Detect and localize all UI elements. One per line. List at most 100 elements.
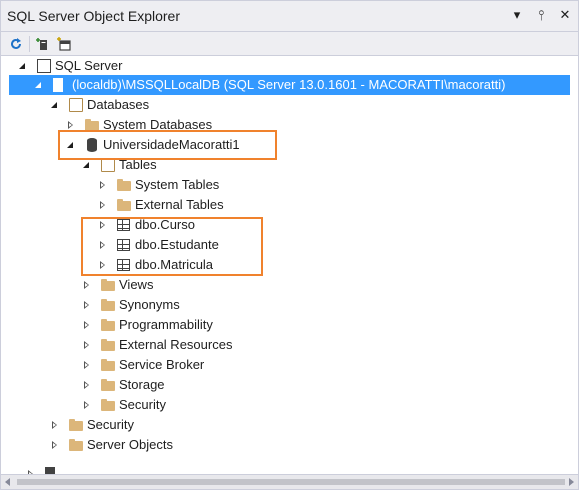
tree-node-server-security[interactable]: Security — [1, 415, 578, 435]
tree-node-storage[interactable]: Storage — [1, 375, 578, 395]
expand-arrow-icon[interactable] — [97, 175, 109, 195]
expand-arrow-icon[interactable] — [81, 395, 93, 415]
window-title: SQL Server Object Explorer — [7, 8, 180, 24]
refresh-icon — [11, 38, 21, 49]
tree-node-label: Security — [119, 397, 166, 412]
expand-arrow-icon[interactable] — [49, 415, 61, 435]
toolbar-separator — [29, 36, 30, 52]
add-server-icon — [36, 38, 47, 50]
tree-node-label: Tables — [119, 157, 157, 172]
folder-icon — [101, 279, 115, 291]
horizontal-scrollbar[interactable] — [1, 474, 578, 489]
expand-arrow-icon[interactable] — [49, 435, 61, 455]
expand-arrow-icon[interactable] — [97, 235, 109, 255]
title-bar: SQL Server Object Explorer ▾ ⫯ ✕ — [1, 1, 578, 32]
tree-node-table-curso[interactable]: dbo.Curso — [1, 215, 578, 235]
folder-icon — [101, 299, 115, 311]
folder-icon — [69, 419, 83, 431]
tree-node-label: Programmability — [119, 317, 213, 332]
tree-node-views[interactable]: Views — [1, 275, 578, 295]
table-icon — [117, 219, 130, 231]
folder-icon — [101, 339, 115, 351]
table-icon — [117, 259, 130, 271]
tree-node-system-databases[interactable]: System Databases — [1, 115, 578, 135]
new-query-icon — [57, 37, 71, 51]
expand-arrow-icon[interactable] — [25, 464, 37, 474]
expand-arrow-icon[interactable] — [81, 375, 93, 395]
tree-node-label: System Databases — [103, 117, 213, 132]
tree-node-database-security[interactable]: Security — [1, 395, 578, 415]
folder-icon — [101, 399, 115, 411]
tree-node-tables[interactable]: Tables — [1, 155, 578, 175]
tree-node-label: Databases — [87, 97, 150, 112]
folder-icon — [69, 439, 83, 451]
tree-node-label: Security — [87, 417, 134, 432]
tree-node-label: Views — [119, 277, 154, 292]
expand-arrow-icon[interactable] — [81, 315, 93, 335]
tree-node-label: (localdb)\MSSQLLocalDB (SQL Server 13.0.… — [72, 77, 506, 92]
tree-node-localdb-server[interactable]: (localdb)\MSSQLLocalDB (SQL Server 13.0.… — [9, 75, 570, 95]
collapse-arrow-icon[interactable] — [49, 95, 61, 115]
new-query-button[interactable] — [55, 35, 73, 53]
tree-node-label: System Tables — [135, 177, 220, 192]
folder-icon — [101, 359, 115, 371]
expand-arrow-icon[interactable] — [97, 215, 109, 235]
expand-arrow-icon[interactable] — [81, 275, 93, 295]
close-icon[interactable]: ✕ — [558, 7, 572, 24]
scroll-right-icon[interactable] — [569, 478, 574, 486]
tree-node-external-tables[interactable]: External Tables — [1, 195, 578, 215]
pin-icon[interactable]: ⫯ — [534, 7, 548, 24]
tree-node-sql-server[interactable]: SQL Server — [1, 56, 578, 76]
object-explorer-tree: SQL Server (localdb)\MSSQLLocalDB (SQL S… — [1, 56, 578, 474]
object-explorer-window: SQL Server Object Explorer ▾ ⫯ ✕ SQL Ser… — [0, 0, 579, 490]
tree-node-databases[interactable]: Databases — [1, 95, 578, 115]
tree-node-service-broker[interactable]: Service Broker — [1, 355, 578, 375]
expand-arrow-icon[interactable] — [97, 255, 109, 275]
tree-node-label: dbo.Curso — [135, 217, 195, 232]
collapse-arrow-icon[interactable] — [33, 75, 45, 95]
tree-node-table-estudante[interactable]: dbo.Estudante — [1, 235, 578, 255]
tree-node-table-matricula[interactable]: dbo.Matricula — [1, 255, 578, 275]
tree-node-clipped-server[interactable] — [1, 464, 578, 474]
tree-node-system-tables[interactable]: System Tables — [1, 175, 578, 195]
server-group-icon — [37, 59, 51, 73]
collapse-arrow-icon[interactable] — [65, 135, 77, 155]
tree-node-synonyms[interactable]: Synonyms — [1, 295, 578, 315]
tree-node-programmability[interactable]: Programmability — [1, 315, 578, 335]
toolbar — [1, 32, 578, 56]
collapse-arrow-icon[interactable] — [81, 155, 93, 175]
tree-node-label: External Tables — [135, 197, 224, 212]
tree-node-server-objects[interactable]: Server Objects — [1, 435, 578, 455]
folder-icon — [101, 319, 115, 331]
tree-node-label: Server Objects — [87, 437, 173, 452]
server-icon — [53, 78, 63, 92]
expand-arrow-icon[interactable] — [81, 335, 93, 355]
tree-node-label: External Resources — [119, 337, 233, 352]
folder-open-icon — [69, 98, 83, 112]
folder-icon — [101, 379, 115, 391]
tree-node-label: Service Broker — [119, 357, 205, 372]
tree-node-label: dbo.Matricula — [135, 257, 214, 272]
scrollbar-thumb[interactable] — [17, 479, 565, 485]
folder-icon — [85, 119, 99, 131]
server-icon — [45, 467, 55, 474]
refresh-button[interactable] — [7, 35, 25, 53]
folder-open-icon — [101, 158, 115, 172]
add-sql-server-button[interactable] — [34, 35, 52, 53]
tree-node-label: UniversidadeMacoratti1 — [103, 137, 240, 152]
expand-arrow-icon[interactable] — [97, 195, 109, 215]
folder-icon — [117, 179, 131, 191]
expand-arrow-icon[interactable] — [81, 355, 93, 375]
tree-node-database-universidademacoratti1[interactable]: UniversidadeMacoratti1 — [1, 135, 578, 155]
tree-node-label: dbo.Estudante — [135, 237, 219, 252]
expand-arrow-icon[interactable] — [65, 115, 77, 135]
collapse-arrow-icon[interactable] — [17, 56, 29, 76]
window-position-dropdown-icon[interactable]: ▾ — [510, 7, 524, 24]
table-icon — [117, 239, 130, 251]
scroll-left-icon[interactable] — [5, 478, 10, 486]
database-icon — [87, 138, 97, 152]
tree-node-external-resources[interactable]: External Resources — [1, 335, 578, 355]
expand-arrow-icon[interactable] — [81, 295, 93, 315]
tree-node-label: Synonyms — [119, 297, 180, 312]
folder-icon — [117, 199, 131, 211]
